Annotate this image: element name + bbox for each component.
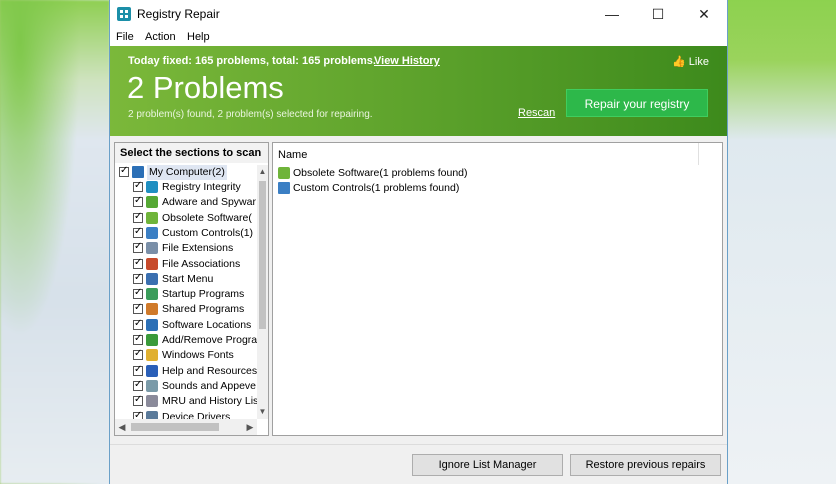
today-fixed-text: Today fixed: 165 problems, total: 165 pr… [128, 55, 376, 67]
tree-item-checkbox[interactable] [133, 364, 143, 376]
adware-icon [146, 196, 158, 209]
tree-item-label: Startup Programs [162, 288, 245, 301]
controls-icon [278, 182, 290, 194]
computer-icon [132, 166, 144, 178]
tree-item-checkbox[interactable] [133, 394, 143, 407]
menu-file[interactable]: File [116, 31, 134, 43]
startup-icon [146, 288, 158, 301]
tree-item-label: MRU and History Lis [162, 395, 257, 408]
problems-count-title: 2 Problems [127, 70, 284, 105]
rescan-link[interactable]: Rescan [518, 107, 555, 119]
menu-help[interactable]: Help [187, 31, 210, 43]
tree-item-checkbox[interactable] [133, 226, 143, 238]
scroll-down-icon[interactable]: ▼ [257, 405, 268, 419]
history-icon [146, 395, 158, 408]
tree-item-label: Software Locations [162, 318, 252, 331]
tree-item-label: Windows Fonts [162, 349, 234, 362]
tree-item-label: Help and Resources [162, 364, 257, 377]
tree-item-checkbox[interactable] [133, 272, 143, 284]
sections-tree: My Computer(2) Registry Integrity Adware … [115, 165, 257, 419]
bottom-divider [110, 444, 727, 445]
tree-item-label: Start Menu [162, 272, 214, 285]
scroll-left-icon[interactable]: ◀ [115, 419, 129, 435]
result-label: Obsolete Software(1 problems found) [293, 167, 468, 179]
menu-action[interactable]: Action [145, 31, 176, 43]
like-label: Like [688, 56, 709, 68]
menu-bar: File Action Help [110, 28, 727, 46]
tree-item-label: Shared Programs [162, 303, 245, 316]
sections-panel: Select the sections to scan My Computer(… [114, 142, 269, 436]
tree-item-label: Add/Remove Progra [162, 334, 257, 346]
tree-item-checkbox[interactable] [133, 287, 143, 300]
software-icon [146, 318, 158, 331]
tree-item-checkbox[interactable] [133, 318, 143, 330]
like-button[interactable]: 👍 Like [672, 55, 709, 68]
scroll-right-icon[interactable]: ▶ [243, 419, 257, 435]
shared-icon [146, 303, 158, 316]
vertical-scrollbar[interactable]: ▲ ▼ [257, 165, 268, 419]
restore-repairs-button[interactable]: Restore previous repairs [570, 454, 721, 476]
ignore-list-manager-button[interactable]: Ignore List Manager [412, 454, 563, 476]
tree-item-label: Adware and Spywar [162, 196, 256, 209]
tree-item-label: Registry Integrity [162, 181, 241, 193]
registry-icon [146, 181, 158, 193]
scroll-thumb[interactable] [259, 181, 266, 329]
tree-item-checkbox[interactable] [133, 195, 143, 208]
results-header[interactable]: Name [273, 143, 699, 165]
repair-registry-button[interactable]: Repair your registry [566, 89, 708, 117]
registry-repair-window: Registry Repair — ☐ ✕ File Action Help T… [109, 0, 728, 484]
tree-item-checkbox[interactable] [133, 379, 143, 391]
tree-item-label: Device Drivers [162, 410, 231, 420]
status-banner: Today fixed: 165 problems, total: 165 pr… [110, 46, 727, 136]
view-history-link[interactable]: View History [374, 55, 440, 67]
tree-item-label: File Associations [162, 257, 241, 270]
minimize-button[interactable]: — [589, 0, 635, 28]
tree-item-checkbox[interactable] [133, 333, 143, 345]
drivers-icon [146, 410, 158, 419]
tree-item-label: File Extensions [162, 242, 234, 255]
sounds-icon [146, 379, 158, 392]
add-remove-icon [146, 334, 158, 346]
tree-item-label: Custom Controls(1) [162, 226, 254, 239]
fonts-icon [146, 349, 158, 362]
tree-item-checkbox[interactable] [133, 348, 143, 361]
tree-item-checkbox[interactable] [133, 180, 143, 192]
result-label: Custom Controls(1 problems found) [293, 182, 460, 194]
results-panel: Name Obsolete Software(1 problems found)… [272, 142, 723, 436]
tree-item-checkbox[interactable] [133, 257, 143, 269]
tree-item-label: Obsolete Software( [162, 211, 252, 224]
h-scroll-thumb[interactable] [131, 423, 219, 431]
tree-item-checkbox[interactable] [133, 241, 143, 254]
tree-item-checkbox[interactable] [133, 302, 143, 315]
trash-icon [146, 211, 158, 224]
scroll-up-icon[interactable]: ▲ [257, 165, 268, 179]
column-name: Name [278, 149, 308, 161]
app-icon [117, 7, 131, 21]
controls-icon [146, 226, 158, 239]
window-title: Registry Repair [137, 7, 220, 21]
desktop-background-right [728, 0, 836, 484]
maximize-button[interactable]: ☐ [635, 0, 681, 28]
associations-icon [146, 257, 158, 270]
problems-summary: 2 problem(s) found, 2 problem(s) selecte… [128, 109, 373, 120]
thumbs-up-icon: 👍 [672, 56, 686, 68]
close-button[interactable]: ✕ [681, 0, 727, 28]
desktop-background-left [0, 0, 110, 484]
sections-header: Select the sections to scan [115, 143, 268, 163]
root-label: My Computer(2) [147, 165, 227, 180]
trash-icon [278, 167, 290, 179]
help-icon [146, 364, 158, 377]
root-checkbox[interactable] [119, 165, 129, 177]
file-icon [146, 242, 158, 255]
title-bar[interactable]: Registry Repair — ☐ ✕ [110, 0, 727, 28]
start-menu-icon [146, 272, 158, 285]
horizontal-scrollbar[interactable]: ◀ ▶ [115, 419, 257, 435]
tree-item-checkbox[interactable] [133, 410, 143, 419]
tree-item-label: Sounds and Appeve [162, 379, 256, 392]
tree-item-checkbox[interactable] [133, 211, 143, 223]
